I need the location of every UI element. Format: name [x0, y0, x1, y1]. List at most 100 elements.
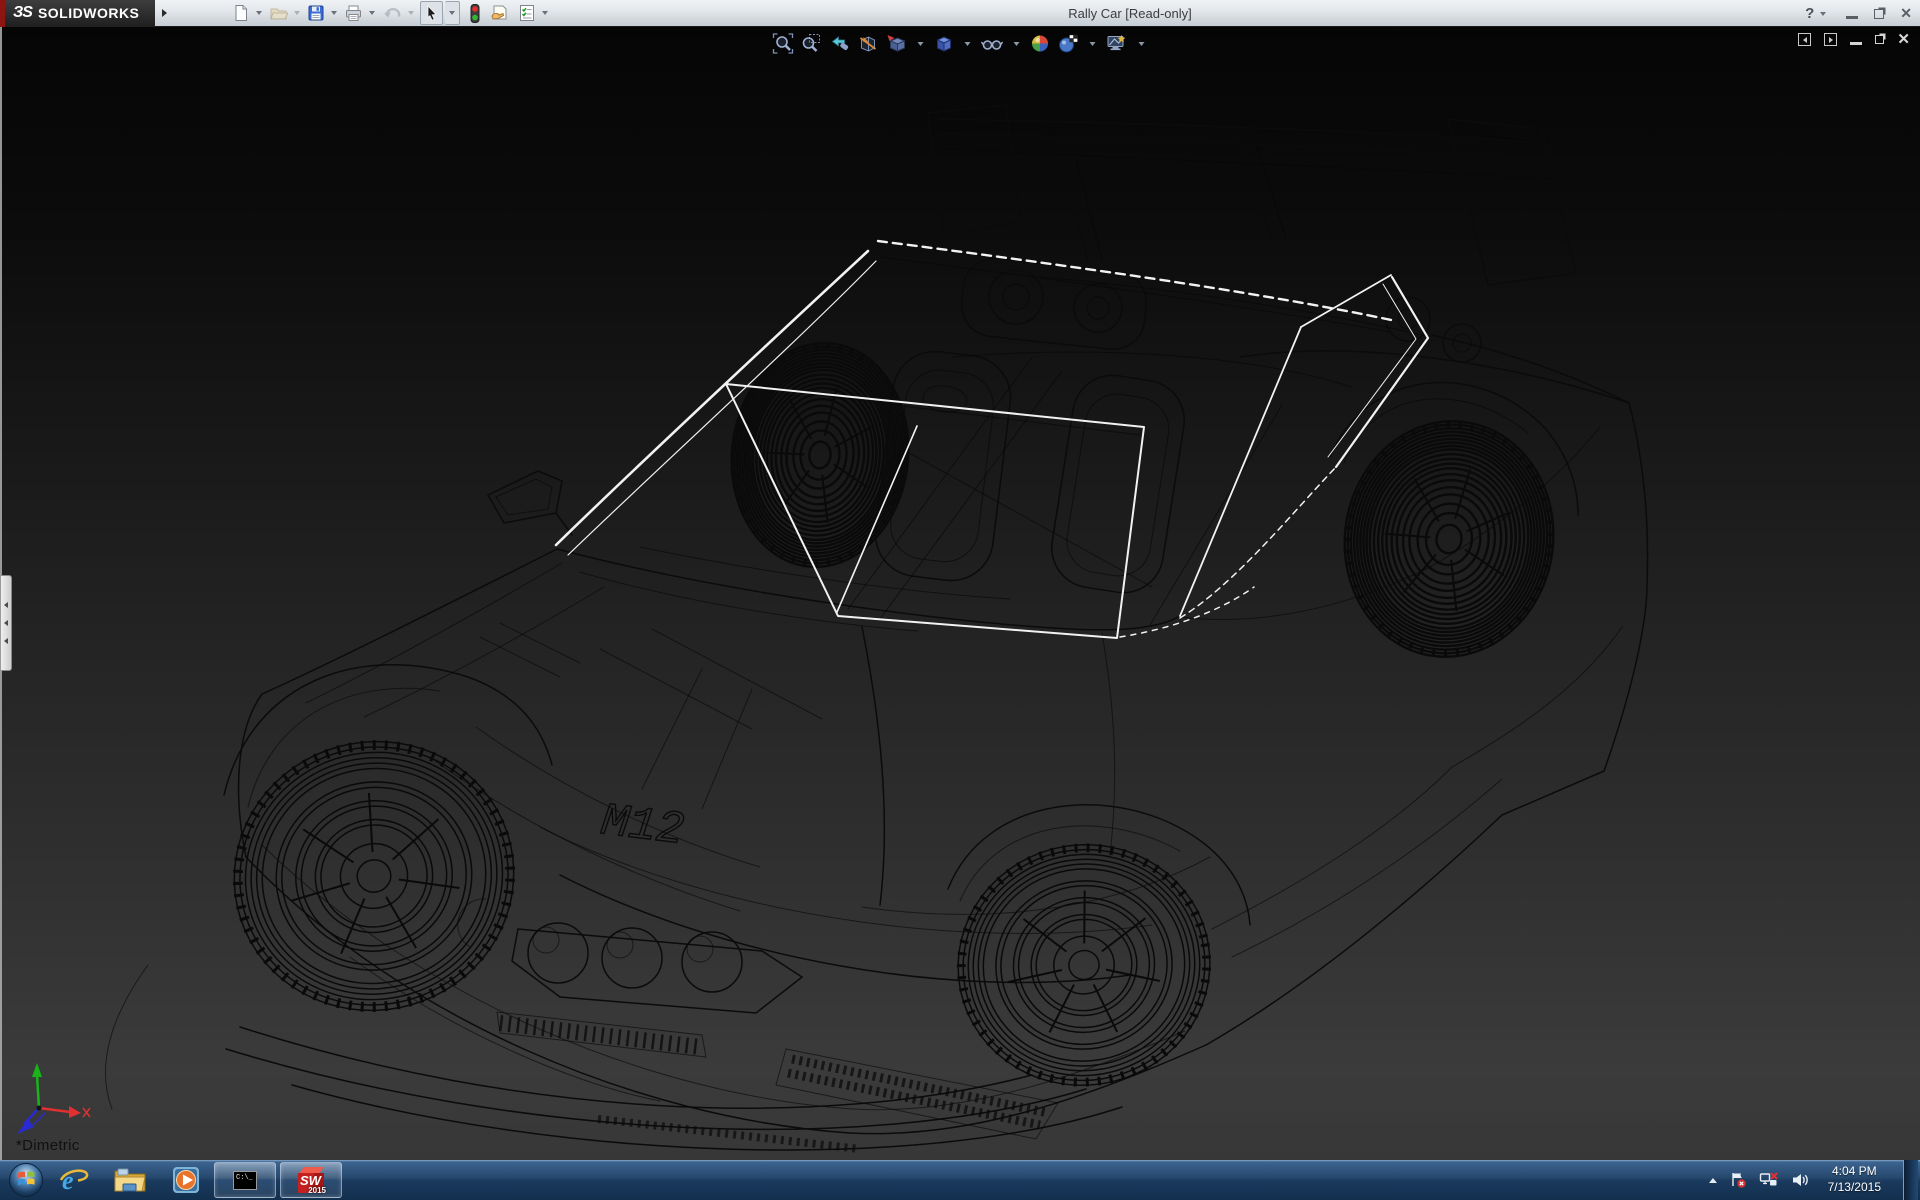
hide-show-items-caret[interactable] — [1014, 42, 1020, 46]
view-orientation-button[interactable] — [885, 32, 909, 55]
apply-scene-button[interactable] — [1057, 32, 1081, 55]
edit-appearance-button[interactable] — [1029, 32, 1052, 55]
minimize-button[interactable] — [1846, 16, 1858, 19]
svg-text:M12: M12 — [598, 795, 687, 857]
chevron-left-icon — [4, 620, 8, 626]
apply-scene-caret[interactable] — [1090, 42, 1096, 46]
pane-right-button[interactable] — [1824, 33, 1837, 46]
clock-time: 4:04 PM — [1828, 1164, 1881, 1180]
solidworks-taskbar-button[interactable]: SW 2015 — [280, 1162, 342, 1198]
view-orientation-icon — [886, 33, 908, 54]
undo-dropdown-caret[interactable] — [408, 11, 414, 15]
solidworks-2015-icon: SW 2015 — [298, 1167, 324, 1193]
document-window-controls: ✕ — [1798, 32, 1910, 47]
select-cursor-icon — [423, 4, 440, 22]
select-dropdown-button[interactable] — [445, 1, 460, 25]
solidworks-logo[interactable]: ЗS SOLIDWORKS — [5, 0, 155, 27]
open-button[interactable] — [268, 1, 289, 25]
zoom-to-area-button[interactable] — [800, 32, 823, 55]
volume-icon[interactable] — [1791, 1171, 1810, 1189]
open-dropdown-caret[interactable] — [294, 11, 300, 15]
solidworks-logo-text: SOLIDWORKS — [38, 5, 139, 21]
print-button[interactable] — [343, 1, 364, 25]
heads-up-view-toolbar — [772, 32, 1149, 55]
feature-panel-expand-tab[interactable] — [1, 575, 12, 671]
internet-explorer-button[interactable]: e — [46, 1160, 102, 1200]
pane-right-icon — [1829, 37, 1833, 43]
hidden-icons-button[interactable] — [1709, 1178, 1717, 1183]
command-prompt-icon: C:\_ — [233, 1171, 257, 1190]
open-icon — [269, 4, 288, 22]
document-restore-button[interactable] — [1875, 35, 1884, 44]
undo-icon — [382, 4, 402, 22]
hide-show-items-icon — [981, 33, 1004, 54]
print-dropdown-caret[interactable] — [369, 11, 375, 15]
internet-explorer-icon: e — [58, 1164, 90, 1196]
pane-left-icon — [1803, 37, 1807, 43]
taskbar: e C:\_ SW 2015 — [0, 1160, 1920, 1200]
print-icon — [344, 4, 363, 22]
taskbar-clock[interactable]: 4:04 PM 7/13/2015 — [1822, 1164, 1887, 1195]
apply-scene-icon — [1058, 33, 1080, 54]
display-style-icon — [934, 33, 955, 54]
display-style-caret[interactable] — [965, 42, 971, 46]
svg-text:e: e — [62, 1166, 74, 1195]
help-icon: ? — [1805, 5, 1814, 22]
windows-explorer-icon — [113, 1165, 147, 1195]
graphics-viewport[interactable]: .cl{stroke:#0b0b0b;stroke-width:1.5;fill… — [0, 27, 1920, 1160]
select-dropdown-caret — [449, 11, 455, 15]
section-view-button[interactable] — [857, 32, 880, 55]
titlebar: ЗS SOLIDWORKS — [0, 0, 1920, 27]
view-settings-caret[interactable] — [1139, 42, 1145, 46]
undo-button[interactable] — [381, 1, 403, 25]
new-document-button[interactable] — [231, 1, 251, 25]
display-style-button[interactable] — [933, 32, 956, 55]
document-minimize-button[interactable] — [1850, 42, 1862, 45]
solidworks-logo-glyph: ЗS — [13, 4, 32, 22]
menu-flyout-button[interactable] — [157, 3, 171, 23]
network-disconnected-icon[interactable] — [1759, 1171, 1779, 1189]
chevron-right-icon — [162, 9, 167, 17]
save-icon — [307, 4, 325, 22]
solidworks-icon-year: 2015 — [308, 1186, 326, 1195]
zoom-to-fit-icon — [773, 33, 794, 54]
show-desktop-button[interactable] — [1903, 1160, 1918, 1200]
car-body-lines: M12 — [105, 105, 1647, 1150]
chevron-left-icon — [4, 602, 8, 608]
command-prompt-label: C:\_ — [236, 1174, 253, 1182]
hide-show-items-button[interactable] — [980, 32, 1005, 55]
windows-start-icon — [8, 1162, 44, 1198]
save-dropdown-caret[interactable] — [331, 11, 337, 15]
help-button[interactable]: ? — [1805, 5, 1830, 22]
restore-button[interactable] — [1874, 9, 1884, 19]
action-center-flag-icon[interactable] — [1729, 1171, 1747, 1189]
save-button[interactable] — [306, 1, 326, 25]
windows-explorer-button[interactable] — [102, 1160, 158, 1200]
media-player-button[interactable] — [158, 1160, 214, 1200]
orientation-triad — [17, 1063, 90, 1134]
select-button[interactable] — [420, 1, 443, 25]
chevron-left-icon — [4, 638, 8, 644]
command-prompt-button[interactable]: C:\_ — [214, 1162, 276, 1198]
section-view-icon — [858, 33, 879, 54]
view-orientation-label: *Dimetric — [16, 1137, 80, 1154]
start-button[interactable] — [6, 1160, 46, 1200]
clock-date: 7/13/2015 — [1828, 1180, 1881, 1196]
view-settings-icon — [1106, 33, 1129, 54]
pane-left-button[interactable] — [1798, 33, 1811, 46]
new-dropdown-caret[interactable] — [256, 11, 262, 15]
close-button[interactable]: ✕ — [1900, 5, 1912, 22]
document-title: Rally Car [Read-only] — [470, 0, 1790, 27]
edit-appearance-icon — [1030, 33, 1051, 54]
document-close-button[interactable]: ✕ — [1897, 32, 1910, 47]
new-document-icon — [232, 4, 250, 22]
previous-view-icon — [829, 33, 851, 54]
view-orientation-caret[interactable] — [918, 42, 924, 46]
zoom-to-fit-button[interactable] — [772, 32, 795, 55]
system-tray: 4:04 PM 7/13/2015 — [1709, 1160, 1920, 1200]
view-settings-button[interactable] — [1105, 32, 1130, 55]
help-dropdown-caret — [1820, 12, 1826, 16]
zoom-to-area-icon — [801, 33, 822, 54]
previous-view-button[interactable] — [828, 32, 852, 55]
window-controls: ? ✕ — [1805, 0, 1912, 27]
